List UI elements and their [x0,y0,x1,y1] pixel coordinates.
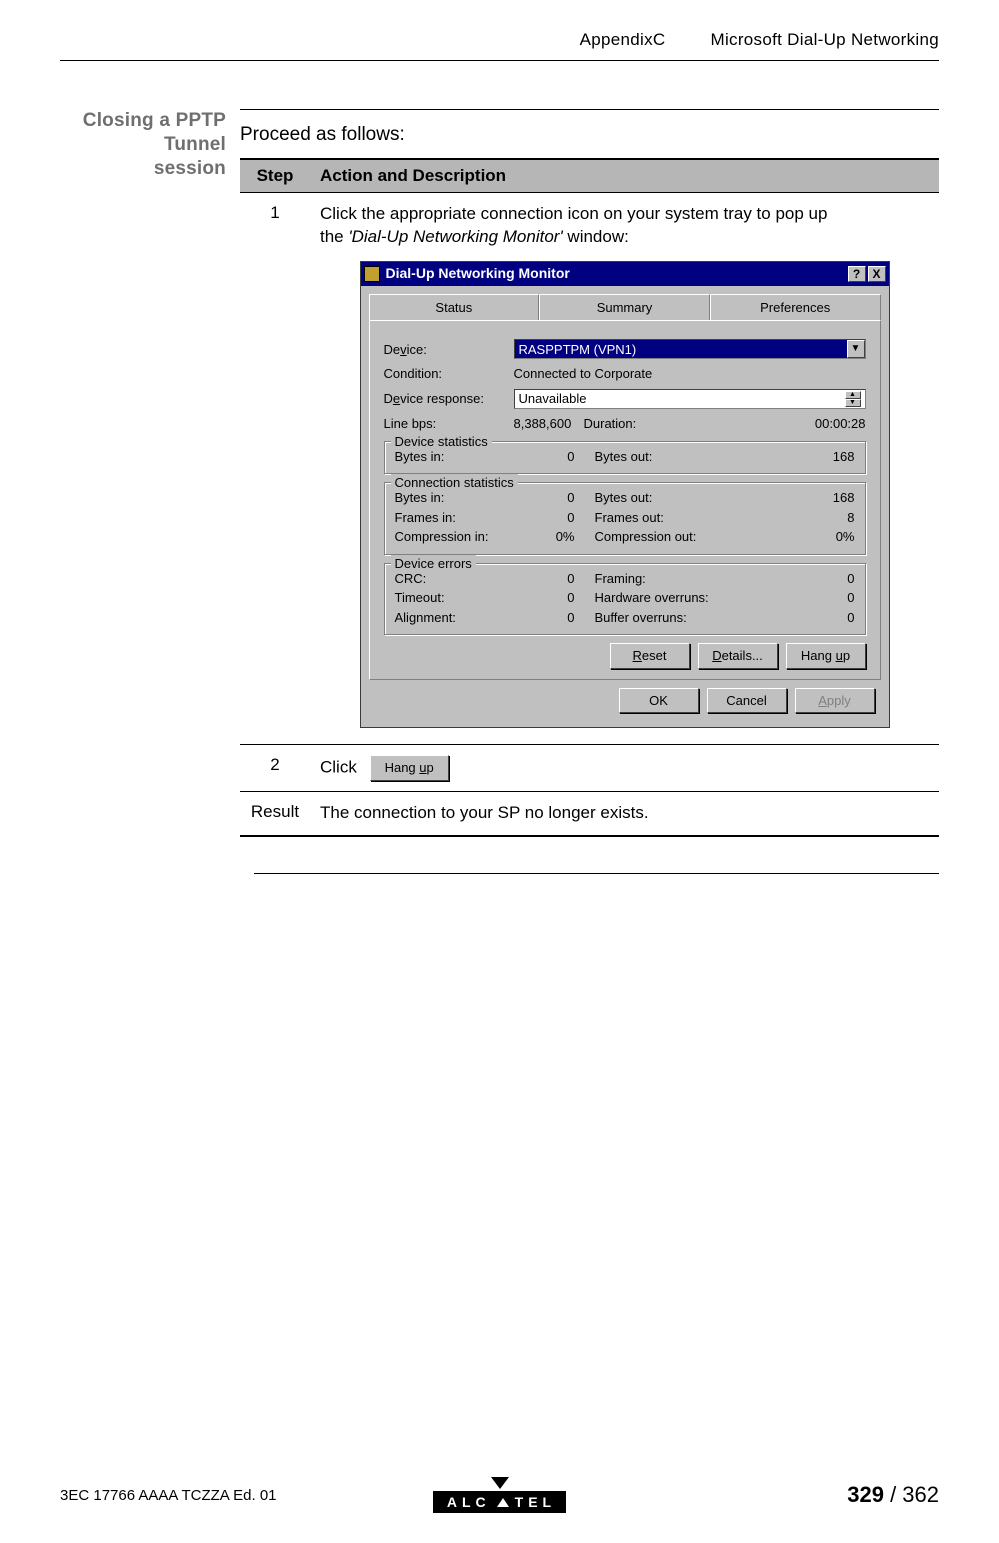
device-response-label: Device response: [384,390,514,408]
group-device-errors: CRC: 0 Framing: 0 Timeout: 0 [384,563,866,636]
col-action: Action and Description [310,159,939,193]
triangle-up-icon [497,1498,509,1507]
table-row: Result The connection to your SP no long… [240,791,939,835]
step-description: Click Hang up [310,745,939,792]
step-description: The connection to your SP no longer exis… [310,791,939,835]
page-header: AppendixC Microsoft Dial-Up Networking [60,30,939,61]
group-connection-stats: Bytes in: 0 Bytes out: 168 Frames in: 0 [384,482,866,555]
group-device-stats: Bytes in: 0 Bytes out: 168 [384,441,866,475]
window-icon [364,266,380,282]
alcatel-logo: ALC TEL [433,1477,566,1513]
step-number: 2 [240,745,310,792]
device-label: Device: [384,341,514,359]
document-number: 3EC 17766 AAAA TCZZA Ed. 01 [60,1487,433,1504]
titlebar: Dial-Up Networking Monitor ? X [361,262,889,286]
header-appendix: AppendixC [580,30,666,49]
triangle-down-icon [491,1477,509,1489]
duration-value: 00:00:28 [734,415,866,433]
page-number: 329 / 362 [566,1482,939,1508]
table-row: 1 Click the appropriate connection icon … [240,193,939,745]
hangup-button-inline[interactable]: Hang up [370,755,449,781]
step-number: 1 [240,193,310,745]
duration-label: Duration: [584,415,734,433]
tab-preferences[interactable]: Preferences [710,294,881,321]
tab-summary[interactable]: Summary [539,294,710,321]
dialup-monitor-window: Dial-Up Networking Monitor ? X Status Su… [360,261,890,729]
device-dropdown[interactable]: RASPPTPM (VPN1) ▼ [514,339,866,359]
tab-strip: Status Summary Preferences [369,294,881,321]
line-bps-value: 8,388,600 [514,415,584,433]
step-number: Result [240,791,310,835]
table-row: 2 Click Hang up [240,745,939,792]
close-button[interactable]: X [868,266,886,282]
tab-status[interactable]: Status [369,294,540,321]
steps-table: Step Action and Description 1 Click the … [240,158,939,837]
device-response-field[interactable]: Unavailable ▲▼ [514,389,866,409]
help-button[interactable]: ? [848,266,866,282]
dropdown-arrow-icon[interactable]: ▼ [847,340,865,358]
line-bps-label: Line bps: [384,415,514,433]
window-title: Dial-Up Networking Monitor [386,264,570,283]
reset-button[interactable]: Reset [610,643,690,669]
spinner-icon[interactable]: ▲▼ [845,391,861,407]
condition-label: Condition: [384,365,514,383]
step-description: Click the appropriate connection icon on… [310,193,939,745]
apply-button: Apply [795,688,875,714]
section-rule [254,873,939,874]
section-side-heading: Closing a PPTP Tunnel session [60,109,240,837]
ok-button[interactable]: OK [619,688,699,714]
condition-value: Connected to Corporate [514,365,866,383]
col-step: Step [240,159,310,193]
page-footer: 3EC 17766 AAAA TCZZA Ed. 01 ALC TEL 329 … [60,1477,939,1513]
details-button[interactable]: Details... [698,643,778,669]
cancel-button[interactable]: Cancel [707,688,787,714]
lead-text: Proceed as follows: [240,124,939,146]
header-title: Microsoft Dial-Up Networking [710,30,939,49]
hangup-button[interactable]: Hang up [786,643,866,669]
